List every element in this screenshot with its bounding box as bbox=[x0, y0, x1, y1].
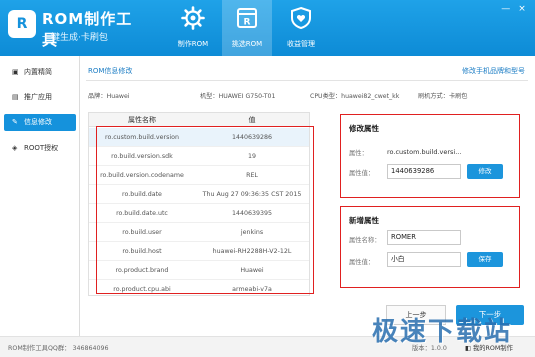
site-watermark: 极速下载站 bbox=[372, 308, 532, 354]
divider bbox=[86, 80, 528, 81]
sidebar-item-root[interactable]: ◈ ROOT授权 bbox=[4, 140, 76, 157]
add-panel-highlight-frame bbox=[340, 206, 520, 288]
box-icon: ▣ bbox=[12, 68, 19, 76]
column-header-value: 值 bbox=[248, 116, 256, 124]
device-brand-value: Huawei bbox=[106, 93, 130, 100]
root-icon: ◈ bbox=[12, 144, 18, 152]
gear-icon bbox=[181, 6, 205, 30]
watermark-text: 极速下载站 bbox=[372, 317, 513, 347]
minimize-button[interactable]: — bbox=[499, 3, 513, 15]
sidebar-item-builtin-slim[interactable]: ▣ 内置精简 bbox=[4, 64, 76, 81]
device-cpu: CPU类型：huawei82_cwet_kk bbox=[310, 91, 399, 100]
device-brand: 品牌：Huawei bbox=[88, 91, 130, 100]
svg-text:R: R bbox=[244, 18, 251, 28]
close-button[interactable]: × bbox=[515, 3, 529, 15]
device-brand-label: 品牌： bbox=[88, 93, 107, 100]
table-header: 属性名称 值 bbox=[89, 113, 309, 127]
app-logo: R ROM制作工具 一键生成·卡刷包 bbox=[8, 6, 148, 49]
page-title: ROM信息修改 bbox=[88, 67, 133, 75]
tab-make-rom[interactable]: 制作ROM bbox=[168, 0, 218, 56]
device-cpu-label: CPU类型： bbox=[310, 93, 342, 100]
sidebar-item-promote-apps[interactable]: ▤ 推广应用 bbox=[4, 89, 76, 106]
edit-icon: ✎ bbox=[12, 118, 18, 126]
qq-group: ROM制作工具QQ群： 346864096 bbox=[8, 343, 109, 352]
tab-pick-rom[interactable]: R 挑选ROM bbox=[222, 0, 272, 56]
tab-pick-rom-label: 挑选ROM bbox=[231, 40, 263, 48]
device-flash-label: 刷机方式： bbox=[418, 93, 449, 100]
sidebar: ▣ 内置精简 ▤ 推广应用 ✎ 信息修改 ◈ ROOT授权 bbox=[0, 56, 80, 336]
qq-value: 346864096 bbox=[72, 345, 109, 352]
sidebar-item-info-edit[interactable]: ✎ 信息修改 bbox=[4, 114, 76, 131]
qq-label: ROM制作工具QQ群： bbox=[8, 345, 71, 352]
tab-revenue[interactable]: 收益管理 bbox=[276, 0, 326, 56]
tab-revenue-label: 收益管理 bbox=[287, 40, 315, 48]
column-header-name: 属性名称 bbox=[128, 116, 156, 124]
table-highlight-frame bbox=[96, 126, 314, 294]
device-flash-method: 刷机方式：卡刷包 bbox=[418, 91, 468, 100]
tab-make-rom-label: 制作ROM bbox=[177, 40, 209, 48]
device-model-label: 机型： bbox=[200, 93, 219, 100]
edit-brand-model-link[interactable]: 修改手机品牌和型号 bbox=[462, 66, 525, 76]
app-icon: ▤ bbox=[12, 93, 19, 101]
sidebar-item-label: 内置精简 bbox=[24, 68, 52, 76]
device-model-value: HUAWEI G750-T01 bbox=[218, 93, 276, 100]
logo-badge-icon: R bbox=[8, 10, 36, 38]
window-controls: — × bbox=[499, 3, 529, 15]
device-flash-value: 卡刷包 bbox=[448, 93, 468, 100]
sidebar-item-label: 信息修改 bbox=[24, 118, 52, 126]
rom-package-icon: R bbox=[237, 8, 257, 28]
heart-shield-icon bbox=[291, 6, 311, 30]
sidebar-item-label: 推广应用 bbox=[24, 93, 52, 101]
edit-panel-highlight-frame bbox=[340, 114, 520, 198]
logo-title: ROM制作工具 bbox=[42, 10, 133, 49]
sidebar-item-label: ROOT授权 bbox=[24, 144, 59, 152]
app-header: R ROM制作工具 一键生成·卡刷包 制作ROM R 挑选ROM 收益管理 — … bbox=[0, 0, 535, 56]
logo-subtitle: 一键生成·卡刷包 bbox=[42, 33, 108, 43]
device-cpu-value: huawei82_cwet_kk bbox=[341, 93, 400, 100]
device-model: 机型：HUAWEI G750-T01 bbox=[200, 91, 275, 100]
